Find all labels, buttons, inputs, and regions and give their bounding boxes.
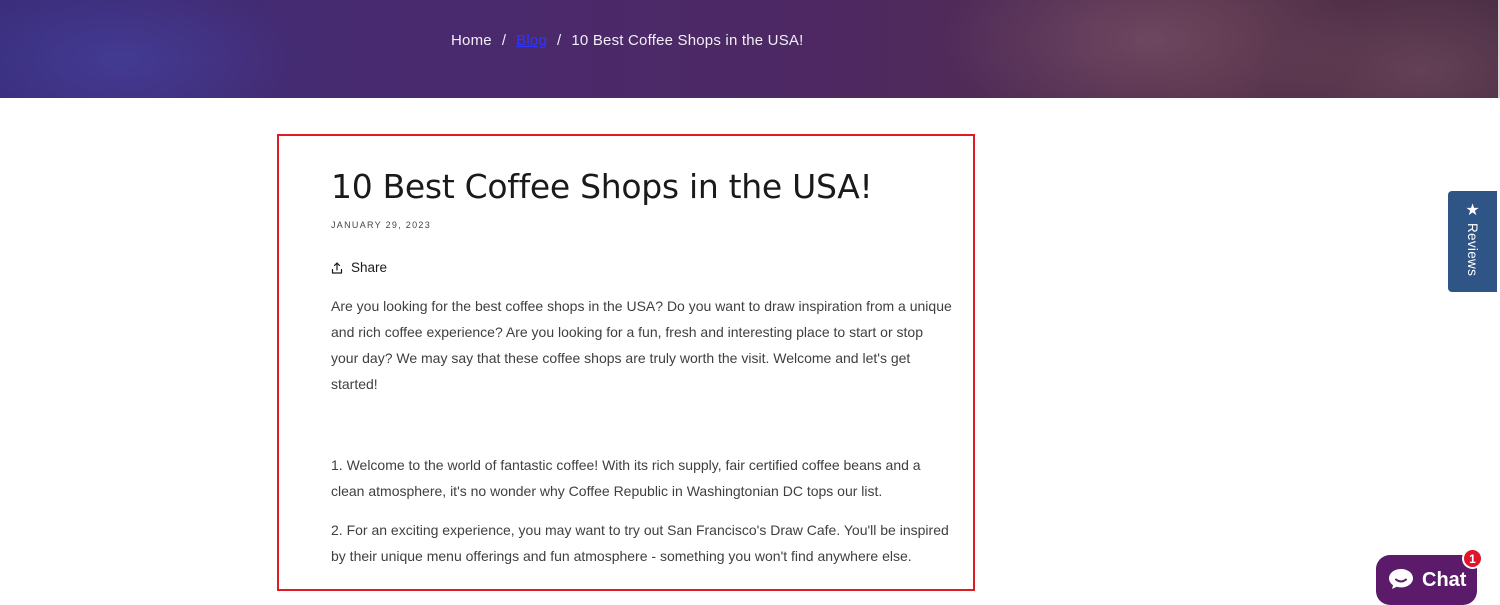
breadcrumb-blog-link[interactable]: Blog [516,32,547,49]
share-icon [331,261,343,274]
chat-bubble-icon [1389,569,1413,589]
article-paragraph: 2. For an exciting experience, you may w… [331,522,949,564]
breadcrumb: Home / Blog / 10 Best Coffee Shops in th… [451,30,804,50]
article-paragraph: 1. Welcome to the world of fantastic cof… [331,457,921,499]
breadcrumb-current: 10 Best Coffee Shops in the USA! [571,31,804,49]
share-button[interactable]: Share [331,260,387,275]
chat-label: Chat [1422,569,1467,591]
article-date: JANUARY 29, 2023 [331,220,432,230]
share-label: Share [351,260,388,275]
article-title: 10 Best Coffee Shops in the USA! [331,167,873,206]
article-paragraph: Are you looking for the best coffee shop… [331,298,952,392]
reviews-tab[interactable]: ★ Reviews [1448,191,1497,292]
breadcrumb-home-link[interactable]: Home [451,32,492,49]
chat-notification-badge: 1 [1462,548,1483,569]
star-icon: ★ [1465,202,1480,219]
reviews-label: Reviews [1465,223,1480,277]
breadcrumb-separator: / [501,31,507,49]
article-highlight-box: 10 Best Coffee Shops in the USA! JANUARY… [277,134,975,591]
breadcrumb-separator: / [557,31,562,49]
